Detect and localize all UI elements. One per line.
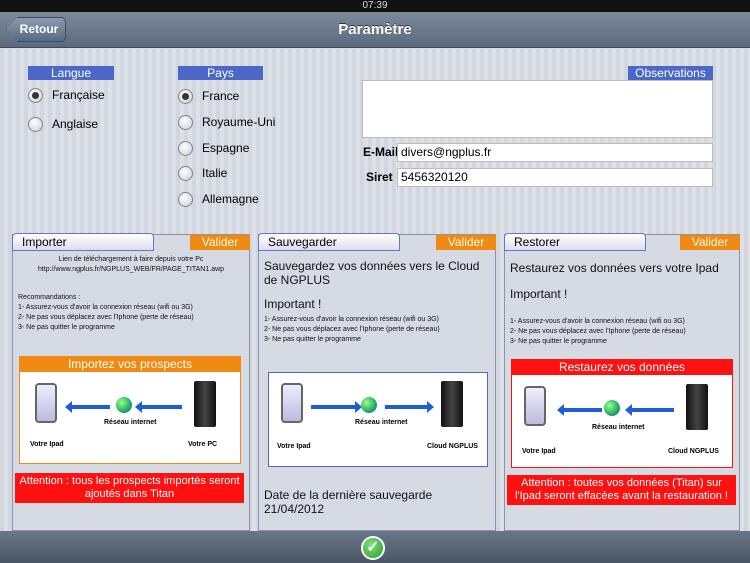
- radio-icon: [178, 115, 193, 130]
- radio-label: Royaume-Uni: [202, 115, 276, 129]
- caption-right: Cloud NGPLUS: [427, 443, 478, 450]
- pays-label: Pays: [178, 66, 263, 80]
- arrow-right-icon: [311, 401, 362, 413]
- backup-line-3: 3- Ne pas quitter le programme: [264, 336, 361, 343]
- restore-warning: Attention : toutes vos données (Titan) s…: [507, 475, 736, 505]
- radio-label: Espagne: [202, 141, 250, 155]
- import-valider-button[interactable]: Valider: [190, 235, 250, 250]
- navigation-bar: Paramètre Retour: [0, 12, 750, 48]
- restore-line-3: 3- Ne pas quitter le programme: [510, 338, 607, 345]
- restore-diagram-title: Restaurez vos données: [512, 360, 732, 375]
- restore-important: Important !: [510, 287, 568, 301]
- observations-textarea[interactable]: [362, 80, 713, 138]
- tab-restorer[interactable]: Restorer: [504, 233, 646, 251]
- back-button[interactable]: Retour: [6, 17, 66, 42]
- siret-label: Siret: [366, 170, 393, 184]
- last-backup-date: Date de la dernière sauvegarde 21/04/201…: [264, 488, 433, 516]
- import-panel: Importer Valider Lien de téléchargement …: [12, 233, 250, 531]
- radio-selected-icon: [178, 89, 193, 104]
- globe-icon: [361, 397, 377, 413]
- radio-label: Allemagne: [202, 192, 259, 206]
- import-diagram-title: Importez vos prospects: [20, 357, 240, 372]
- import-warning: Attention : tous les prospects importés …: [15, 473, 244, 503]
- caption-middle: Réseau internet: [592, 424, 645, 431]
- import-line-3: 3- Ne pas quitter le programme: [18, 324, 115, 331]
- caption-left: Votre Ipad: [30, 441, 64, 448]
- restore-panel: Restorer Valider Restaurez vos données v…: [504, 233, 740, 531]
- caption-left: Votre Ipad: [522, 448, 556, 455]
- caption-right: Cloud NGPLUS: [668, 448, 719, 455]
- caption-right: Votre PC: [188, 441, 218, 448]
- backup-important: Important !: [264, 297, 322, 311]
- radio-icon: [178, 192, 193, 207]
- email-label: E-Mail: [363, 145, 399, 159]
- status-bar: 07:39: [0, 0, 750, 12]
- restore-diagram: Restaurez vos données Votre Ipad Réseau …: [511, 359, 733, 468]
- radio-label: Italie: [202, 166, 228, 180]
- radio-icon: [178, 141, 193, 156]
- globe-icon: [116, 397, 132, 413]
- arrow-left-icon: [135, 401, 182, 413]
- observations-label: Observations: [628, 66, 713, 80]
- import-reco-title: Recommandations :: [18, 294, 81, 301]
- langue-label: Langue: [28, 66, 114, 80]
- import-link-text: Lien de téléchargement à faire depuis vo…: [37, 256, 225, 273]
- radio-icon: [178, 166, 193, 181]
- backup-line-2: 2- Ne pas vous déplacez avec l'Iphone (p…: [264, 326, 440, 333]
- email-field[interactable]: divers@ngplus.fr: [397, 143, 713, 162]
- settings-content: Langue Française Anglaise Pays France Ro…: [0, 49, 750, 531]
- server-icon: [441, 381, 463, 427]
- restore-line-1: 1- Assurez-vous d'avoir la connexion rés…: [510, 318, 685, 325]
- radio-icon: [28, 117, 43, 132]
- radio-selected-icon: [28, 88, 43, 103]
- backup-valider-button[interactable]: Valider: [436, 235, 496, 250]
- restore-intro: Restaurez vos données vers votre Ipad: [510, 261, 719, 275]
- server-icon: [194, 381, 216, 427]
- backup-diagram: Votre Ipad Réseau internet Cloud NGPLUS: [268, 372, 488, 467]
- import-diagram: Importez vos prospects Votre Ipad Réseau…: [19, 356, 241, 464]
- restore-valider-button[interactable]: Valider: [680, 235, 740, 250]
- siret-field[interactable]: 5456320120: [397, 168, 713, 187]
- arrow-left-icon: [557, 404, 602, 416]
- backup-line-1: 1- Assurez-vous d'avoir la connexion rés…: [264, 316, 439, 323]
- restore-line-2: 2- Ne pas vous déplacez avec l'Iphone (p…: [510, 328, 686, 335]
- caption-middle: Réseau internet: [355, 419, 408, 426]
- tab-sauvegarder[interactable]: Sauvegarder: [258, 233, 400, 251]
- server-icon: [686, 384, 708, 430]
- tablet-icon: [35, 383, 57, 423]
- arrow-left-icon: [625, 404, 674, 416]
- tablet-icon: [524, 386, 546, 426]
- page-title: Paramètre: [338, 21, 412, 38]
- radio-label: Française: [52, 88, 105, 102]
- globe-icon: [604, 400, 620, 416]
- status-time: 07:39: [362, 0, 388, 11]
- check-icon[interactable]: ✓: [361, 536, 385, 560]
- caption-middle: Réseau internet: [104, 419, 157, 426]
- caption-left: Votre Ipad: [277, 443, 311, 450]
- import-line-1: 1- Assurez-vous d'avoir la connexion rés…: [18, 304, 193, 311]
- arrow-left-icon: [65, 401, 110, 413]
- arrow-right-icon: [385, 401, 434, 413]
- tab-importer[interactable]: Importer: [12, 233, 154, 251]
- backup-panel: Sauvegarder Valider Sauvegardez vos donn…: [258, 233, 496, 531]
- import-line-2: 2- Ne pas vous déplacez avec l'Iphone (p…: [18, 314, 194, 321]
- radio-label: Anglaise: [52, 117, 99, 131]
- tablet-icon: [281, 383, 303, 423]
- bottom-toolbar: ✓: [0, 531, 750, 563]
- backup-intro: Sauvegardez vos données vers le Cloud de…: [264, 259, 480, 287]
- radio-label: France: [202, 89, 240, 103]
